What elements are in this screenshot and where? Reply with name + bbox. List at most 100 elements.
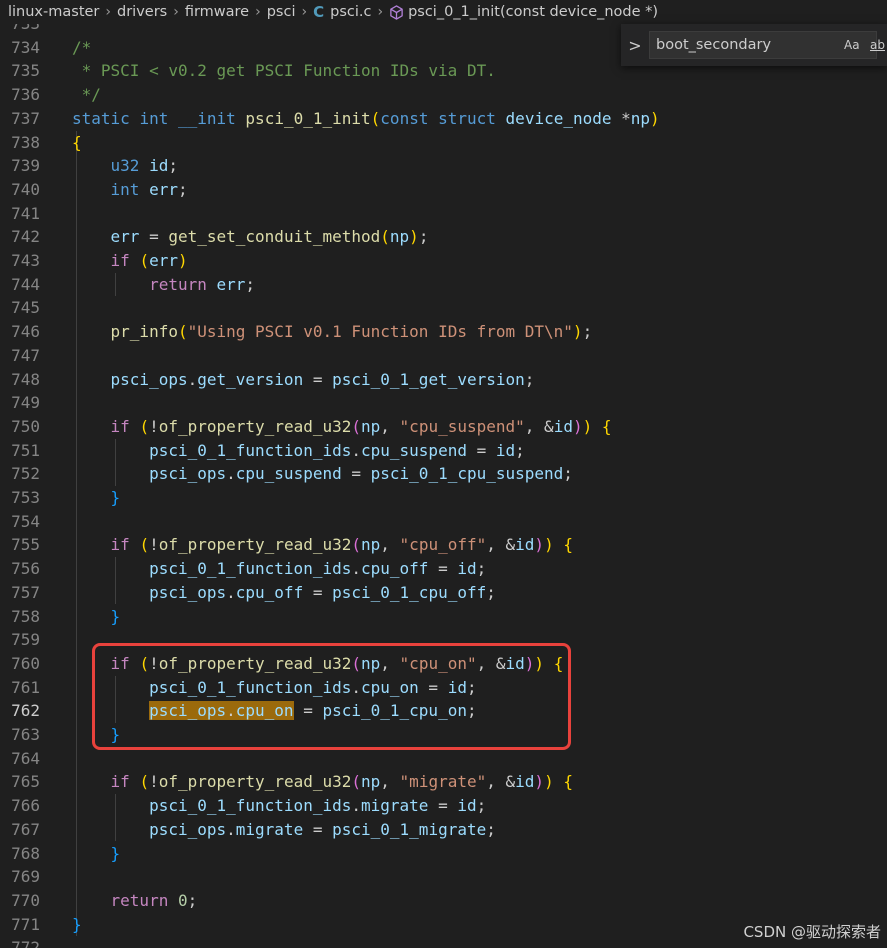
- code-text: */: [72, 85, 101, 105]
- match-case-button[interactable]: Aa: [844, 38, 860, 52]
- code-line[interactable]: 748 psci_ops.get_version = psci_0_1_get_…: [0, 368, 887, 392]
- code-text: psci_ops.get_version = psci_0_1_get_vers…: [110, 369, 535, 389]
- chevron-right-icon: ›: [255, 4, 261, 20]
- line-number: 744: [11, 274, 40, 294]
- code-text: }: [110, 606, 121, 626]
- code-text: psci_0_1_function_ids.cpu_suspend = id;: [149, 440, 525, 460]
- line-number: 734: [11, 37, 40, 57]
- code-text: return 0;: [110, 890, 198, 910]
- line-number: 746: [11, 322, 40, 342]
- line-number: 739: [11, 156, 40, 176]
- code-line[interactable]: 768 }: [0, 842, 887, 866]
- line-number: 735: [11, 61, 40, 81]
- code-text: }: [72, 914, 82, 934]
- code-line[interactable]: 750 if (!of_property_read_u32(np, "cpu_s…: [0, 415, 887, 439]
- code-text: }: [110, 488, 121, 507]
- code-line[interactable]: 753 }: [0, 486, 887, 510]
- line-number: 745: [11, 298, 40, 318]
- code-line[interactable]: 758 }: [0, 605, 887, 629]
- code-text: pr_info("Using PSCI v0.1 Function IDs fr…: [110, 322, 593, 342]
- line-number: 748: [11, 369, 40, 389]
- code-line[interactable]: 755 if (!of_property_read_u32(np, "cpu_o…: [0, 533, 887, 557]
- code-line[interactable]: 764: [0, 747, 887, 771]
- code-line[interactable]: 765 if (!of_property_read_u32(np, "migra…: [0, 770, 887, 794]
- code-text: psci_0_1_function_ids.cpu_off = id;: [149, 559, 487, 579]
- code-line[interactable]: 744 return err;: [0, 273, 887, 297]
- highlight-box-annotation: [92, 643, 571, 750]
- toggle-replace-button[interactable]: >: [621, 36, 649, 55]
- line-number: 741: [11, 203, 40, 223]
- code-line[interactable]: 770 return 0;: [0, 889, 887, 913]
- line-number: 755: [11, 535, 40, 555]
- line-number: 752: [11, 464, 40, 484]
- symbol-method-icon: [389, 4, 404, 20]
- code-text: psci_ops.migrate = psci_0_1_migrate;: [149, 819, 496, 839]
- code-line[interactable]: 751 psci_0_1_function_ids.cpu_suspend = …: [0, 439, 887, 463]
- line-number: 749: [11, 393, 40, 413]
- code-line[interactable]: 742 err = get_set_conduit_method(np);: [0, 225, 887, 249]
- line-number: 759: [11, 630, 40, 650]
- code-text: if (!of_property_read_u32(np, "cpu_suspe…: [110, 416, 612, 436]
- code-line[interactable]: 749: [0, 391, 887, 415]
- code-text: * PSCI < v0.2 get PSCI Function IDs via …: [72, 61, 496, 81]
- code-line[interactable]: 752 psci_ops.cpu_suspend = psci_0_1_cpu_…: [0, 462, 887, 486]
- line-number: 762: [11, 701, 40, 721]
- code-text: return err;: [149, 274, 256, 294]
- line-number: 738: [11, 132, 40, 152]
- breadcrumb-item-root[interactable]: linux-master: [8, 4, 99, 20]
- code-text: static int __init psci_0_1_init(const st…: [72, 108, 660, 128]
- code-line[interactable]: 745: [0, 296, 887, 320]
- line-number: 756: [11, 559, 40, 579]
- code-line[interactable]: 757 psci_ops.cpu_off = psci_0_1_cpu_off;: [0, 581, 887, 605]
- find-input[interactable]: boot_secondary Aa ab: [649, 31, 885, 59]
- line-number: 750: [11, 416, 40, 436]
- code-line[interactable]: 736 */: [0, 83, 887, 107]
- line-number: 765: [11, 772, 40, 792]
- code-text: err = get_set_conduit_method(np);: [110, 227, 429, 247]
- whole-word-button[interactable]: ab: [870, 38, 885, 52]
- find-input-value: boot_secondary: [656, 37, 772, 53]
- chevron-right-icon: ›: [377, 4, 384, 20]
- line-number: 736: [11, 85, 40, 105]
- breadcrumb-item-drivers[interactable]: drivers: [117, 4, 167, 20]
- line-number: 767: [11, 819, 40, 839]
- code-line[interactable]: 739 u32 id;: [0, 154, 887, 178]
- c-file-icon: C: [313, 3, 325, 21]
- code-line[interactable]: 769: [0, 865, 887, 889]
- code-line[interactable]: 738 {: [0, 131, 887, 155]
- code-text: if (!of_property_read_u32(np, "migrate",…: [110, 772, 573, 792]
- breadcrumb: linux-master › drivers › firmware › psci…: [0, 0, 887, 24]
- code-line[interactable]: 766 psci_0_1_function_ids.migrate = id;: [0, 794, 887, 818]
- watermark: CSDN @驱动探索者: [743, 923, 881, 941]
- find-widget: > boot_secondary Aa ab: [621, 24, 887, 66]
- line-number: 758: [11, 606, 40, 626]
- chevron-right-icon: ›: [105, 4, 111, 20]
- breadcrumb-item-symbol[interactable]: psci_0_1_init(const device_node *): [408, 4, 658, 20]
- breadcrumb-item-psci[interactable]: psci: [267, 4, 296, 20]
- code-line[interactable]: 737 static int __init psci_0_1_init(const…: [0, 107, 887, 131]
- line-number: 743: [11, 251, 40, 270]
- code-line[interactable]: 740 int err;: [0, 178, 887, 202]
- code-line[interactable]: 754: [0, 510, 887, 534]
- breadcrumb-item-firmware[interactable]: firmware: [185, 4, 249, 20]
- code-editor[interactable]: 733734 /* 735 * PSCI < v0.2 get PSCI Funct…: [0, 24, 887, 948]
- chevron-right-icon: ›: [301, 4, 308, 20]
- code-text: /*: [72, 37, 92, 57]
- code-line[interactable]: 756 psci_0_1_function_ids.cpu_off = id;: [0, 557, 887, 581]
- code-text: psci_0_1_function_ids.migrate = id;: [149, 796, 487, 816]
- code-text: int err;: [110, 179, 188, 199]
- chevron-right-icon: ›: [173, 4, 179, 20]
- line-number: 768: [11, 843, 40, 863]
- code-line[interactable]: 741: [0, 202, 887, 226]
- code-line[interactable]: 746 pr_info("Using PSCI v0.1 Function ID…: [0, 320, 887, 344]
- code-line[interactable]: 743 if (err): [0, 249, 887, 273]
- line-number: 769: [11, 867, 40, 887]
- line-number: 742: [11, 227, 40, 247]
- breadcrumb-item-file[interactable]: psci.c: [330, 4, 371, 20]
- line-number: 761: [11, 677, 40, 697]
- code-text: psci_ops.cpu_suspend = psci_0_1_cpu_susp…: [149, 464, 573, 484]
- code-line[interactable]: 747: [0, 344, 887, 368]
- code-text: if (err): [110, 251, 188, 270]
- code-text: psci_ops.cpu_off = psci_0_1_cpu_off;: [149, 582, 496, 602]
- code-line[interactable]: 767 psci_ops.migrate = psci_0_1_migrate;: [0, 818, 887, 842]
